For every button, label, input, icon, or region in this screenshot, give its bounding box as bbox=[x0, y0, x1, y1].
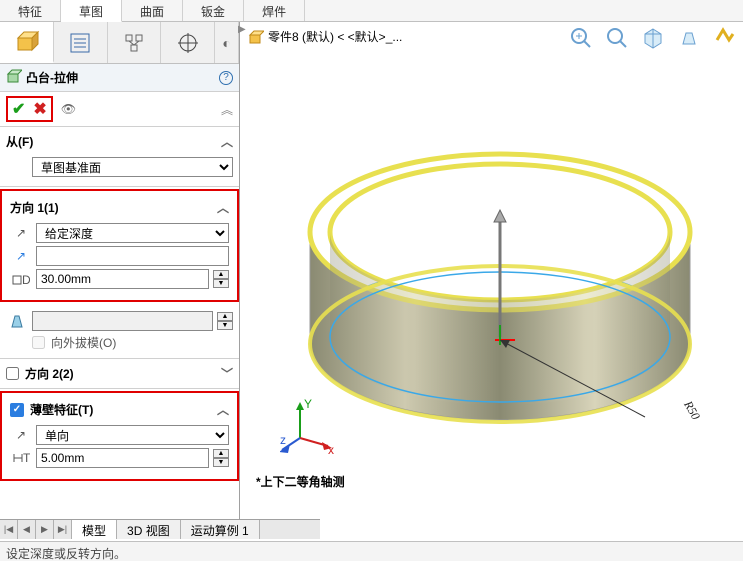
draft-outward-checkbox bbox=[32, 336, 45, 349]
direction2-checkbox[interactable] bbox=[6, 367, 19, 380]
preview-toggle[interactable]: 👁 bbox=[61, 102, 76, 116]
svg-text:z: z bbox=[280, 433, 286, 447]
panel-tab-property[interactable] bbox=[54, 22, 108, 63]
depth-input[interactable] bbox=[36, 269, 209, 289]
tab-nav-prev[interactable]: ◀ bbox=[18, 520, 36, 539]
breadcrumb-text: 零件8 (默认) < <默认>_... bbox=[268, 28, 402, 45]
thin-type-select[interactable]: 单向 bbox=[36, 425, 229, 445]
from-section: 从(F) ︿ 草图基准面 bbox=[0, 127, 239, 187]
graphics-viewport[interactable]: ▶ 零件8 (默认) < <默认>_... bbox=[240, 22, 743, 538]
ribbon: 特征 草图 曲面 钣金 焊件 bbox=[0, 0, 743, 22]
direction-vector-icon[interactable]: ↗ bbox=[10, 249, 32, 263]
target-icon bbox=[176, 31, 200, 55]
ribbon-tab-weldment[interactable]: 焊件 bbox=[244, 0, 305, 21]
ribbon-tab-sketch[interactable]: 草图 bbox=[61, 0, 122, 22]
view-orientation-icon[interactable] bbox=[639, 24, 667, 52]
direction1-section: 方向 1(1) ︿ ↗ 给定深度 ↗ D1 ▲▼ bbox=[4, 193, 235, 298]
feature-title: 凸台-拉伸 bbox=[26, 69, 219, 86]
svg-text:D1: D1 bbox=[22, 273, 30, 286]
chevron-down-icon[interactable]: ﹀ bbox=[221, 365, 233, 382]
collapse-chevron-icon[interactable]: ︽ bbox=[221, 101, 233, 118]
depth-icon: D1 bbox=[10, 272, 32, 286]
direction-reference-input[interactable] bbox=[36, 246, 229, 266]
panel-tab-config[interactable] bbox=[108, 22, 162, 63]
expand-tree-icon[interactable]: ▶ bbox=[238, 24, 246, 35]
part-icon bbox=[248, 29, 264, 45]
cancel-button[interactable]: ✖ bbox=[33, 99, 46, 119]
tab-motion-study[interactable]: 运动算例 1 bbox=[181, 520, 260, 539]
display-style-icon[interactable] bbox=[675, 24, 703, 52]
thickness-input[interactable] bbox=[36, 448, 209, 468]
feature-header: 凸台-拉伸 ? bbox=[0, 64, 239, 92]
from-select[interactable]: 草图基准面 bbox=[32, 157, 233, 177]
status-bar: 设定深度或反转方向。 bbox=[0, 541, 743, 561]
model-preview bbox=[290, 122, 710, 452]
draft-section: ▲▼ 向外拔模(O) bbox=[0, 304, 239, 359]
panel-tab-strip: ◐ bbox=[0, 22, 239, 64]
list-icon bbox=[68, 31, 92, 55]
tab-nav-last[interactable]: ▶| bbox=[54, 520, 72, 539]
svg-text:x: x bbox=[328, 443, 334, 457]
ok-button[interactable]: ✔ bbox=[12, 99, 25, 119]
panel-tab-feature-manager[interactable] bbox=[0, 22, 54, 63]
appearance-icon[interactable] bbox=[711, 24, 739, 52]
thickness-spinner[interactable]: ▲▼ bbox=[213, 449, 229, 467]
draft-angle-input bbox=[32, 311, 213, 331]
extrude-icon bbox=[6, 68, 22, 87]
chevron-up-icon[interactable]: ︿ bbox=[217, 199, 229, 216]
ribbon-tab-surface[interactable]: 曲面 bbox=[122, 0, 183, 21]
status-text: 设定深度或反转方向。 bbox=[6, 547, 126, 561]
svg-text:T1: T1 bbox=[23, 451, 30, 465]
thin-feature-label: 薄壁特征(T) bbox=[30, 401, 93, 418]
tab-3dview[interactable]: 3D 视图 bbox=[117, 520, 181, 539]
tree-icon bbox=[122, 31, 146, 55]
cube-icon bbox=[12, 28, 40, 56]
orientation-triad[interactable]: Y x z bbox=[280, 398, 340, 458]
draft-icon[interactable] bbox=[6, 313, 28, 329]
help-icon[interactable]: ? bbox=[219, 71, 233, 85]
tab-model[interactable]: 模型 bbox=[72, 520, 117, 539]
thin-feature-checkbox[interactable]: ✓ bbox=[10, 403, 24, 417]
end-condition-select[interactable]: 给定深度 bbox=[36, 223, 229, 243]
direction1-highlight: 方向 1(1) ︿ ↗ 给定深度 ↗ D1 ▲▼ bbox=[0, 189, 239, 302]
reverse-direction-icon[interactable]: ↗ bbox=[10, 226, 32, 240]
reverse-thin-icon[interactable]: ↗ bbox=[10, 428, 32, 442]
motion-tab-strip: |◀ ◀ ▶ ▶| 模型 3D 视图 运动算例 1 bbox=[0, 519, 320, 539]
thickness-icon: T1 bbox=[10, 451, 32, 465]
property-manager: ◐ 凸台-拉伸 ? ✔ ✖ 👁 ︽ 从(F) ︿ 草图基准面 bbox=[0, 22, 240, 538]
thin-feature-section: ✓ 薄壁特征(T) ︿ ↗ 单向 T1 ▲▼ bbox=[4, 395, 235, 477]
feature-breadcrumb[interactable]: 零件8 (默认) < <默认>_... bbox=[248, 28, 402, 45]
ribbon-tab-features[interactable]: 特征 bbox=[0, 0, 61, 21]
direction2-label: 方向 2(2) bbox=[25, 365, 74, 382]
zoom-fit-icon[interactable] bbox=[567, 24, 595, 52]
ribbon-tab-sheetmetal[interactable]: 钣金 bbox=[183, 0, 244, 21]
draft-spinner[interactable]: ▲▼ bbox=[217, 312, 233, 330]
zoom-area-icon[interactable] bbox=[603, 24, 631, 52]
direction1-label: 方向 1(1) bbox=[10, 199, 59, 216]
direction2-section: 方向 2(2) ﹀ bbox=[0, 359, 239, 389]
depth-spinner[interactable]: ▲▼ bbox=[213, 270, 229, 288]
from-label: 从(F) bbox=[6, 133, 33, 150]
view-name-label: *上下二等角轴测 bbox=[256, 473, 345, 490]
panel-tab-dimxpert[interactable] bbox=[161, 22, 215, 63]
view-toolbar bbox=[567, 24, 739, 52]
tab-nav-next[interactable]: ▶ bbox=[36, 520, 54, 539]
chevron-up-icon[interactable]: ︿ bbox=[221, 133, 233, 150]
ok-cancel-bar: ✔ ✖ 👁 ︽ bbox=[0, 92, 239, 127]
tab-nav-first[interactable]: |◀ bbox=[0, 520, 18, 539]
panel-tab-more[interactable]: ◐ bbox=[215, 22, 239, 63]
chevron-up-icon[interactable]: ︿ bbox=[217, 401, 229, 418]
svg-text:Y: Y bbox=[304, 398, 312, 411]
thin-feature-highlight: ✓ 薄壁特征(T) ︿ ↗ 单向 T1 ▲▼ bbox=[0, 391, 239, 481]
draft-outward-label: 向外拔模(O) bbox=[51, 334, 116, 351]
